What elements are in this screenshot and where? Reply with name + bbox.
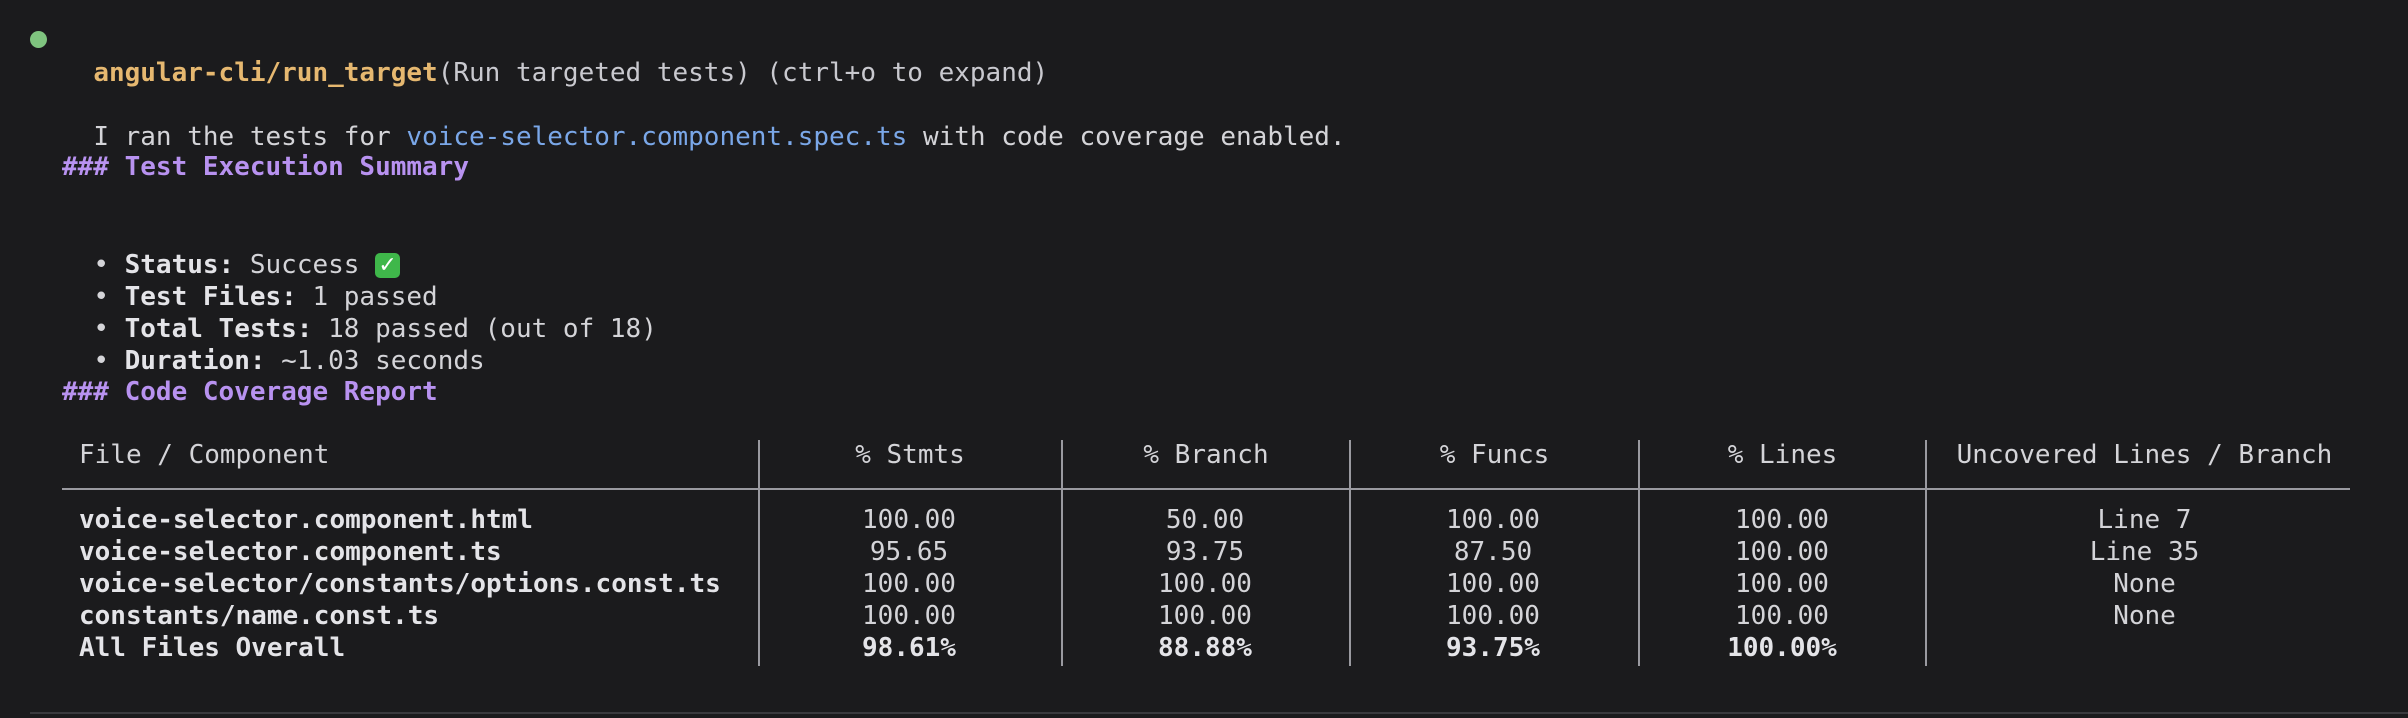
column-header-branch: % Branch (1143, 440, 1269, 470)
stmts-cell: 95.65 (869, 537, 949, 567)
uncovered-cell: None (2113, 569, 2176, 599)
funcs-cell: 87.50 (1453, 537, 1533, 567)
lines-cell: 100.00 (1735, 569, 1829, 599)
branch-cell: 88.88% (1158, 633, 1252, 663)
stmts-cell: 100.00 (862, 505, 956, 535)
tool-name: angular-cli/run_target (93, 58, 438, 88)
tool-description: (Run targeted tests) (ctrl+o to expand) (437, 58, 1049, 88)
branch-cell: 100.00 (1158, 601, 1252, 631)
column-header-funcs: % Funcs (1439, 440, 1550, 470)
intro-after: with code coverage enabled. (907, 122, 1346, 152)
branch-cell: 50.00 (1165, 505, 1245, 535)
column-divider (1061, 440, 1063, 666)
column-divider (1638, 440, 1640, 666)
file-name-cell: constants/name.const.ts (79, 601, 440, 631)
file-name-cell: voice-selector.component.ts (79, 537, 502, 567)
branch-cell: 100.00 (1158, 569, 1252, 599)
tool-call-header[interactable]: angular-cli/run_target(Run targeted test… (62, 22, 1048, 90)
column-header-file: File / Component (79, 440, 330, 470)
lines-cell: 100.00 (1735, 601, 1829, 631)
funcs-cell: 100.00 (1446, 505, 1540, 535)
bottom-divider (30, 712, 2408, 714)
spec-file-link[interactable]: voice-selector.component.spec.ts (406, 122, 907, 152)
funcs-cell: 100.00 (1446, 569, 1540, 599)
column-divider (758, 440, 760, 666)
uncovered-cell: None (2113, 601, 2176, 631)
column-divider (1349, 440, 1351, 666)
funcs-cell: 93.75% (1446, 633, 1540, 663)
summary-item-duration: • Duration: ~1.03 seconds (62, 310, 485, 378)
stmts-cell: 98.61% (862, 633, 956, 663)
stmts-cell: 100.00 (862, 569, 956, 599)
status-dot-icon (30, 31, 47, 48)
intro-line: I ran the tests for voice-selector.compo… (62, 86, 1346, 154)
coverage-heading: ### Code Coverage Report (62, 377, 438, 407)
column-header-lines: % Lines (1727, 440, 1838, 470)
uncovered-cell: Line 35 (2089, 537, 2200, 567)
summary-heading: ### Test Execution Summary (62, 152, 469, 182)
bullet: • (93, 346, 109, 376)
lines-cell: 100.00 (1735, 537, 1829, 567)
funcs-cell: 100.00 (1446, 601, 1540, 631)
duration-value: ~1.03 seconds (265, 346, 485, 376)
stmts-cell: 100.00 (862, 601, 956, 631)
column-header-stmts: % Stmts (855, 440, 965, 470)
branch-cell: 93.75 (1165, 537, 1245, 567)
intro-before: I ran the tests for (93, 122, 407, 152)
file-name-cell: voice-selector.component.html (79, 505, 533, 535)
file-name-cell: voice-selector/constants/options.const.t… (79, 569, 721, 599)
lines-cell: 100.00 (1735, 505, 1829, 535)
lines-cell: 100.00% (1727, 633, 1837, 663)
file-name-cell: All Files Overall (79, 633, 346, 663)
header-separator (62, 488, 2350, 490)
uncovered-cell: Line 7 (2097, 505, 2192, 535)
column-header-uncovered: Uncovered Lines / Branch (1956, 440, 2333, 470)
duration-label: Duration: (124, 346, 266, 376)
